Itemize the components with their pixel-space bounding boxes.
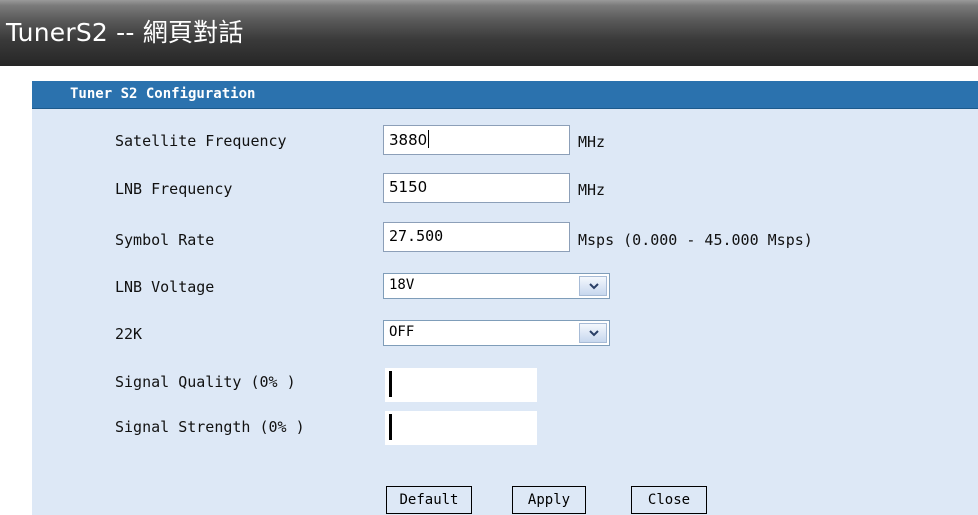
lnb-voltage-label: LNB Voltage (115, 278, 215, 296)
lnb-frequency-label: LNB Frequency (115, 180, 233, 198)
lnb-voltage-dropdown-button[interactable] (579, 276, 607, 296)
lnb-voltage-selected: 18V (389, 277, 415, 293)
satellite-frequency-unit: MHz (578, 133, 606, 151)
tuner-config-panel: Tuner S2 Configuration Satellite Frequen… (32, 81, 978, 515)
tone-22k-selected: OFF (389, 324, 415, 340)
symbol-rate-unit: Msps (0.000 - 45.000 Msps) (578, 231, 813, 249)
signal-quality-meter (385, 368, 537, 402)
symbol-rate-label: Symbol Rate (115, 231, 215, 249)
satellite-frequency-input[interactable]: 3880 (383, 125, 570, 155)
signal-strength-meter (385, 411, 537, 445)
tone-22k-select[interactable]: OFF (383, 320, 610, 346)
text-caret (428, 130, 430, 148)
lnb-voltage-select[interactable]: 18V (383, 273, 610, 299)
signal-strength-bar (389, 414, 392, 440)
lnb-frequency-input[interactable]: 5150 (383, 173, 570, 203)
chevron-down-icon (589, 330, 599, 337)
tone-22k-dropdown-button[interactable] (579, 323, 607, 343)
signal-strength-label: Signal Strength (0% ) (115, 418, 305, 436)
satellite-frequency-label: Satellite Frequency (115, 132, 287, 150)
default-button[interactable]: Default (386, 486, 472, 514)
symbol-rate-input[interactable]: 27.500 (383, 222, 570, 252)
signal-quality-bar (389, 371, 392, 397)
lnb-frequency-unit: MHz (578, 181, 606, 199)
window-title-bar: TunerS2 -- 網頁對話 (0, 0, 978, 66)
apply-button[interactable]: Apply (512, 486, 586, 514)
panel-title: Tuner S2 Configuration (70, 86, 256, 102)
panel-header: Tuner S2 Configuration (32, 81, 978, 109)
signal-quality-label: Signal Quality (0% ) (115, 373, 296, 391)
window-title: TunerS2 -- 網頁對話 (6, 18, 244, 47)
chevron-down-icon (589, 283, 599, 290)
tone-22k-label: 22K (115, 325, 143, 343)
close-button[interactable]: Close (631, 486, 707, 514)
